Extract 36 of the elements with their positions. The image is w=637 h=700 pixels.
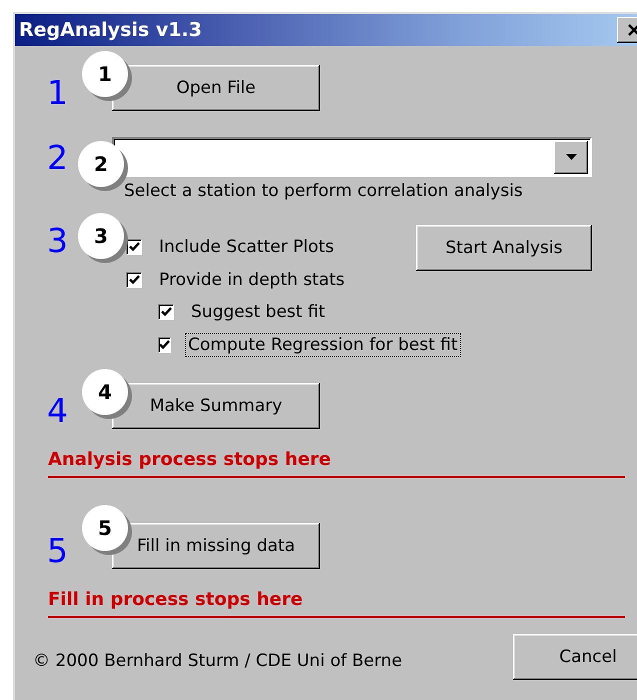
checkbox-label[interactable]: Suggest best fit bbox=[188, 300, 328, 324]
copyright-text: © 2000 Bernhard Sturm / CDE Uni of Berne bbox=[33, 651, 402, 671]
checkbox-label[interactable]: Compute Regression for best fit bbox=[185, 332, 461, 357]
check-icon bbox=[160, 307, 172, 318]
step-button[interactable]: Make Summary bbox=[112, 383, 320, 429]
stop-note: Analysis process stops here bbox=[48, 449, 625, 478]
checkbox[interactable] bbox=[158, 336, 171, 353]
check-icon bbox=[128, 242, 140, 252]
checkbox-label[interactable]: Include Scatter Plots bbox=[156, 235, 337, 260]
checkbox[interactable] bbox=[158, 304, 174, 320]
caret-icon bbox=[566, 154, 576, 160]
step-number: 5 bbox=[47, 533, 68, 569]
callout-badge: 1 bbox=[82, 51, 128, 97]
checkbox-label[interactable]: Provide in depth stats bbox=[156, 268, 348, 292]
checkbox[interactable] bbox=[126, 239, 142, 256]
step-button[interactable]: Fill in missing data bbox=[112, 523, 320, 569]
step-number: 3 bbox=[47, 223, 68, 259]
check-icon bbox=[159, 340, 170, 350]
step-number: 1 bbox=[47, 75, 68, 111]
check-icon bbox=[128, 274, 140, 285]
close-icon bbox=[627, 24, 637, 36]
window-title: RegAnalysis v1.3 bbox=[19, 19, 202, 41]
checkbox[interactable] bbox=[126, 272, 142, 288]
callout-badge: 4 bbox=[82, 369, 128, 415]
callout-badge: 5 bbox=[82, 505, 128, 551]
step-number: 2 bbox=[47, 140, 68, 176]
stop-note: Fill in process stops here bbox=[48, 589, 625, 618]
start-analysis-button[interactable]: Start Analysis bbox=[416, 225, 592, 271]
dropdown-button[interactable] bbox=[554, 140, 588, 174]
callout-badge: 3 bbox=[78, 213, 124, 259]
callout-badge: 2 bbox=[78, 141, 124, 187]
step-button[interactable]: Open File bbox=[112, 65, 320, 111]
step-number: 4 bbox=[47, 393, 68, 429]
station-dropdown[interactable] bbox=[112, 137, 592, 177]
cancel-button[interactable]: Cancel bbox=[513, 634, 637, 680]
dropdown-hint: Select a station to perform correlation analysis bbox=[123, 181, 524, 201]
